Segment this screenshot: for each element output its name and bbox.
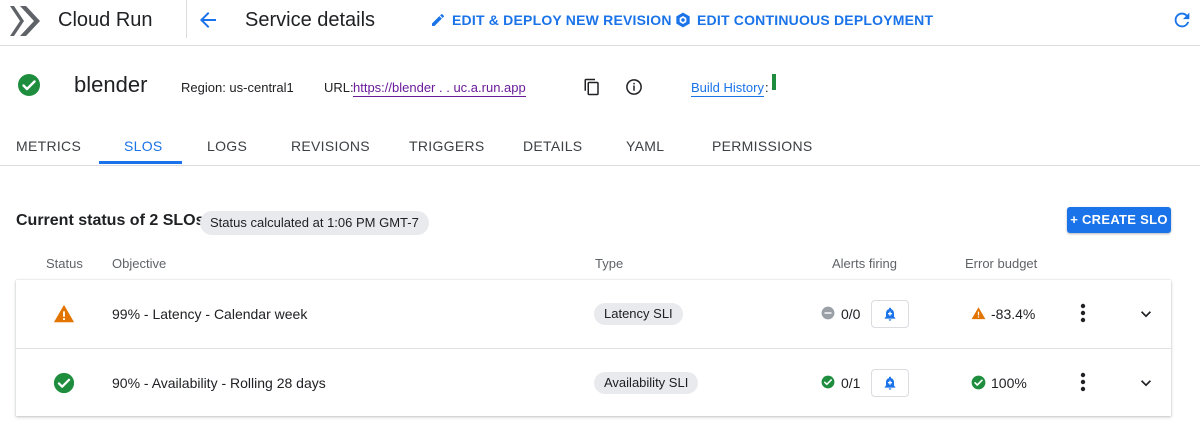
tab-revisions[interactable]: REVISIONS <box>291 138 370 154</box>
info-icon[interactable] <box>625 78 643 96</box>
column-header-error-budget: Error budget <box>965 256 1038 271</box>
service-region: Region: us-central1 <box>181 80 294 95</box>
cloud-run-logo <box>10 6 40 36</box>
slo-row[interactable]: 99% - Latency - Calendar week Latency SL… <box>16 280 1171 348</box>
app-title: Cloud Run <box>58 9 153 31</box>
create-slo-button[interactable]: + CREATE SLO <box>1067 207 1171 233</box>
build-history-link[interactable]: Build History <box>691 80 764 97</box>
service-url-link[interactable]: https://blender . . uc.a.run.app <box>353 80 526 97</box>
tab-permissions[interactable]: PERMISSIONS <box>712 138 813 154</box>
column-header-status: Status <box>46 256 83 271</box>
warning-icon <box>53 304 75 323</box>
slo-type-chip: Availability SLI <box>594 372 699 394</box>
more-vert-icon[interactable] <box>1076 371 1090 393</box>
column-header-objective: Objective <box>112 256 167 271</box>
create-alert-button[interactable] <box>871 369 909 397</box>
tab-slos[interactable]: SLOS <box>124 138 163 154</box>
alerts-firing-count: 0/0 <box>841 306 861 322</box>
slo-table: 99% - Latency - Calendar week Latency SL… <box>16 280 1171 416</box>
top-bar: Cloud Run Service details EDIT & DEPLOY … <box>0 0 1200 46</box>
check-circle-icon <box>821 375 835 389</box>
header-divider <box>186 0 187 38</box>
tab-bar: METRICS SLOS LOGS REVISIONS TRIGGERS DET… <box>0 126 1200 166</box>
tab-metrics[interactable]: METRICS <box>16 138 81 154</box>
slo-row[interactable]: 90% - Availability - Rolling 28 days Ava… <box>16 348 1171 416</box>
edit-continuous-deployment-button[interactable]: EDIT CONTINUOUS DEPLOYMENT <box>675 12 933 28</box>
tab-details[interactable]: DETAILS <box>523 138 582 154</box>
slo-objective: 99% - Latency - Calendar week <box>112 306 308 322</box>
error-budget-value: -83.4% <box>991 306 1036 322</box>
edit-cd-label: EDIT CONTINUOUS DEPLOYMENT <box>697 12 934 28</box>
error-budget-value: 100% <box>991 375 1027 391</box>
check-circle-icon <box>971 375 986 390</box>
column-header-type: Type <box>595 256 624 271</box>
status-calculated-chip: Status calculated at 1:06 PM GMT-7 <box>200 211 429 235</box>
build-status-indicator <box>772 74 776 90</box>
bell-icon <box>884 307 896 321</box>
slo-objective: 90% - Availability - Rolling 28 days <box>112 375 326 391</box>
slo-type-chip: Latency SLI <box>594 303 683 325</box>
arrow-back-icon[interactable] <box>196 8 220 32</box>
cloud-build-icon <box>676 12 690 28</box>
alerts-firing-count: 0/1 <box>841 375 861 391</box>
pencil-icon <box>432 13 445 26</box>
copy-icon[interactable] <box>583 78 601 96</box>
refresh-icon[interactable] <box>1171 9 1193 31</box>
tab-triggers[interactable]: TRIGGERS <box>409 138 485 154</box>
tab-logs[interactable]: LOGS <box>207 138 247 154</box>
more-vert-icon[interactable] <box>1076 302 1090 324</box>
slo-section-title: Current status of 2 SLOs <box>16 212 205 229</box>
service-header: blender Region: us-central1 URL: https:/… <box>0 60 1200 110</box>
active-tab-indicator <box>99 161 182 164</box>
chevron-down-icon[interactable] <box>1136 304 1156 324</box>
minus-circle-icon <box>821 306 835 320</box>
edit-deploy-button[interactable]: EDIT & DEPLOY NEW REVISION <box>430 12 672 28</box>
warning-icon <box>971 307 986 320</box>
edit-deploy-label: EDIT & DEPLOY NEW REVISION <box>452 12 672 28</box>
url-label: URL: <box>324 80 354 95</box>
page-title: Service details <box>245 9 376 31</box>
chevron-down-icon[interactable] <box>1136 373 1156 393</box>
check-circle-icon <box>53 372 75 394</box>
build-history-separator: : <box>765 80 769 95</box>
column-header-alerts: Alerts firing <box>832 256 898 271</box>
tab-yaml[interactable]: YAML <box>626 138 664 154</box>
create-alert-button[interactable] <box>871 300 909 328</box>
service-name: blender <box>74 72 148 97</box>
check-circle-icon <box>18 74 40 96</box>
bell-icon <box>884 376 896 390</box>
